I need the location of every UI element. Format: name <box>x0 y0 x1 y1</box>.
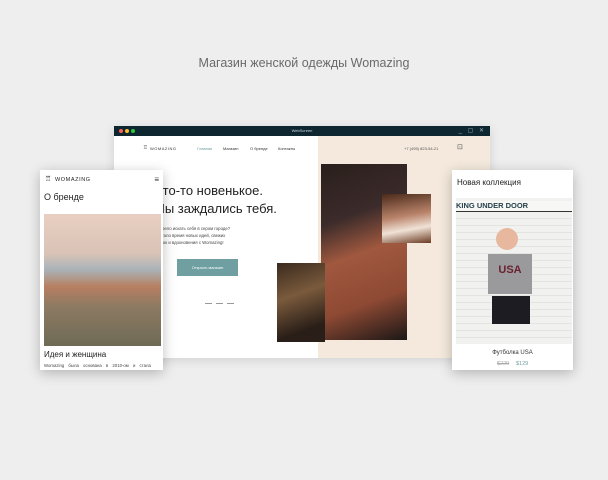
product-photo: KING UNDER DOOR USA <box>456 198 572 344</box>
logo-icon: ♖ <box>143 145 148 151</box>
slider-dot[interactable] <box>227 303 234 304</box>
menu-icon[interactable]: ≡ <box>154 175 159 184</box>
product-name[interactable]: Футболка USA <box>452 350 573 356</box>
mobile-screen: ♖ WOMAZING ≡ О бренде Идея и женщина Wom… <box>40 170 163 370</box>
shorts <box>492 296 530 324</box>
nav-home[interactable]: Главная <box>197 146 212 151</box>
hero-photo-small <box>277 263 325 342</box>
window-titlebar: WebScreen _ ▢ ✕ <box>114 126 490 136</box>
desktop-window: WebScreen _ ▢ ✕ ♖ WOMAZING Главная Магаз… <box>114 126 490 358</box>
phone[interactable]: +7 (495) 823-54-21 <box>404 146 438 151</box>
open-shop-button[interactable]: Открыть магазин <box>177 259 238 276</box>
product-card[interactable]: Новая коллекция KING UNDER DOOR USA Футб… <box>452 170 573 370</box>
nav-about[interactable]: О бренде <box>250 146 268 151</box>
photo-sign: KING UNDER DOOR <box>456 201 572 212</box>
old-price: $229 <box>497 361 510 367</box>
logo[interactable]: WOMAZING <box>150 146 176 151</box>
hero-photo-hat <box>382 194 431 243</box>
mobile-heading: О бренде <box>44 192 84 202</box>
slider-dot[interactable] <box>216 303 223 304</box>
hero-text: Надоело искать себя в сером городе? <box>154 226 231 231</box>
slider-dot[interactable] <box>205 303 212 304</box>
collection-heading: Новая коллекция <box>457 178 521 187</box>
hero-text: красок и вдохновения с Womazing! <box>154 240 224 245</box>
cart-icon[interactable]: ⊡ <box>457 143 463 151</box>
hero-heading-2: Мы заждались тебя. <box>154 201 277 216</box>
nav-contacts[interactable]: Контакты <box>278 146 295 151</box>
hero-heading-1: Что-то новенькое. <box>154 183 263 198</box>
mobile-subheading: Идея и женщина <box>44 350 107 359</box>
shirt: USA <box>488 254 532 294</box>
price: $129 <box>516 361 529 367</box>
brand-photo <box>44 214 161 346</box>
hero-photo-main <box>321 164 407 340</box>
logo-icon: ♖ <box>45 176 52 183</box>
nav-shop[interactable]: Магазин <box>223 146 238 151</box>
mobile-text: Womazing была основана в 2010-ом и стала <box>44 363 151 368</box>
presentation-title: Магазин женской одежды Womazing <box>198 56 410 70</box>
mobile-logo[interactable]: WOMAZING <box>55 177 91 183</box>
model-head <box>496 228 518 250</box>
window-title: WebScreen <box>291 127 313 133</box>
window-controls[interactable]: _ ▢ ✕ <box>459 127 486 134</box>
hero-text: Настало время новых идей, свежих <box>154 233 226 238</box>
